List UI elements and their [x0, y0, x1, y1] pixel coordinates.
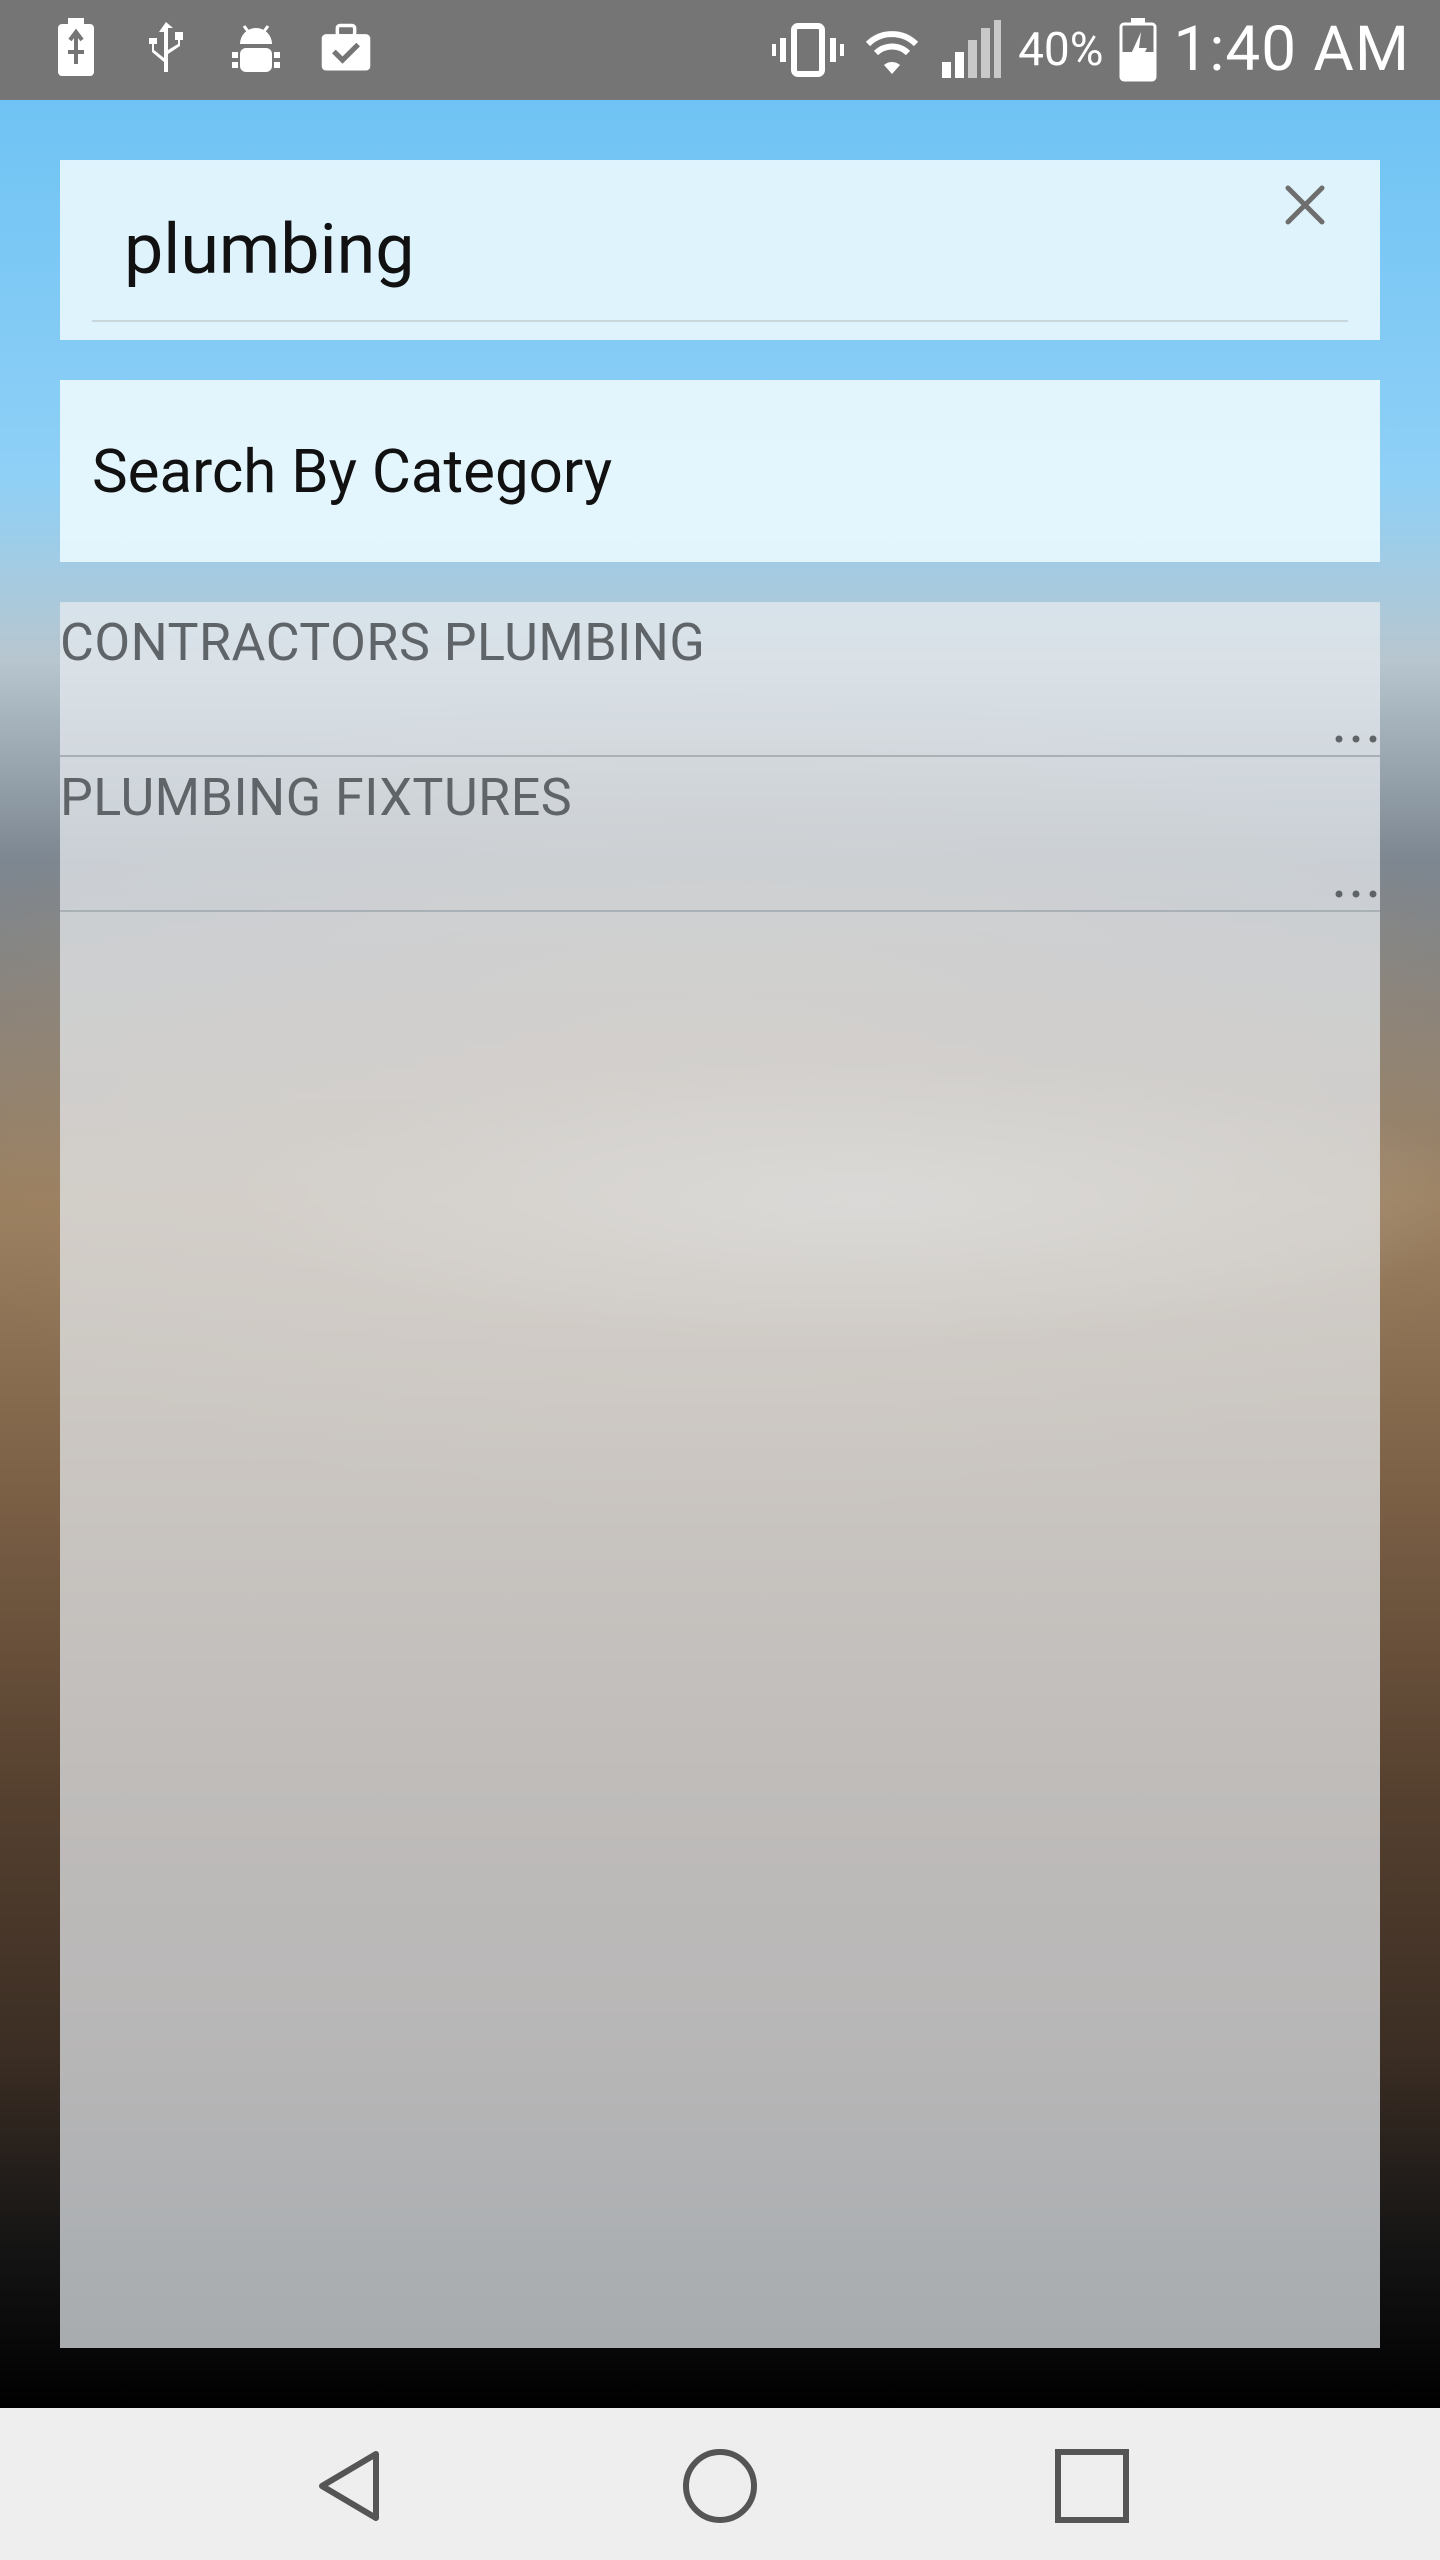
battery-percent: 40% [1018, 23, 1104, 77]
recents-icon [1050, 2444, 1134, 2528]
home-button[interactable] [678, 2444, 762, 2528]
search-by-category-label: Search By Category [92, 436, 613, 507]
search-by-category-button[interactable]: Search By Category [60, 380, 1380, 562]
signal-icon [940, 20, 1002, 80]
usb-battery-icon [50, 18, 102, 78]
home-icon [678, 2444, 762, 2528]
status-time: 1:40 AM [1173, 13, 1410, 86]
navigation-bar [0, 2408, 1440, 2560]
back-icon [310, 2444, 394, 2528]
list-item[interactable]: PLUMBING FIXTURES [60, 757, 1380, 912]
close-icon [1260, 160, 1350, 250]
briefcase-check-icon [320, 18, 372, 78]
back-button[interactable] [310, 2444, 394, 2528]
vibrate-icon [772, 20, 845, 80]
search-card: plumbing [60, 160, 1380, 340]
search-underline [92, 320, 1348, 322]
more-horiz-icon[interactable] [1334, 729, 1378, 749]
recents-button[interactable] [1050, 2444, 1134, 2528]
list-item[interactable]: CONTRACTORS PLUMBING [60, 602, 1380, 757]
list-item-title: CONTRACTORS PLUMBING [60, 612, 706, 673]
wifi-icon [860, 20, 924, 80]
android-debug-icon [230, 18, 282, 78]
battery-charging-icon [1119, 18, 1157, 82]
clear-search-button[interactable] [1260, 160, 1350, 250]
results-list: CONTRACTORS PLUMBING PLUMBING FIXTURES [60, 602, 1380, 2348]
more-horiz-icon[interactable] [1334, 884, 1378, 904]
search-input[interactable]: plumbing [124, 210, 1224, 290]
usb-icon [140, 18, 192, 78]
list-item-title: PLUMBING FIXTURES [60, 767, 573, 828]
status-bar: 40% 1:40 AM [0, 0, 1440, 100]
